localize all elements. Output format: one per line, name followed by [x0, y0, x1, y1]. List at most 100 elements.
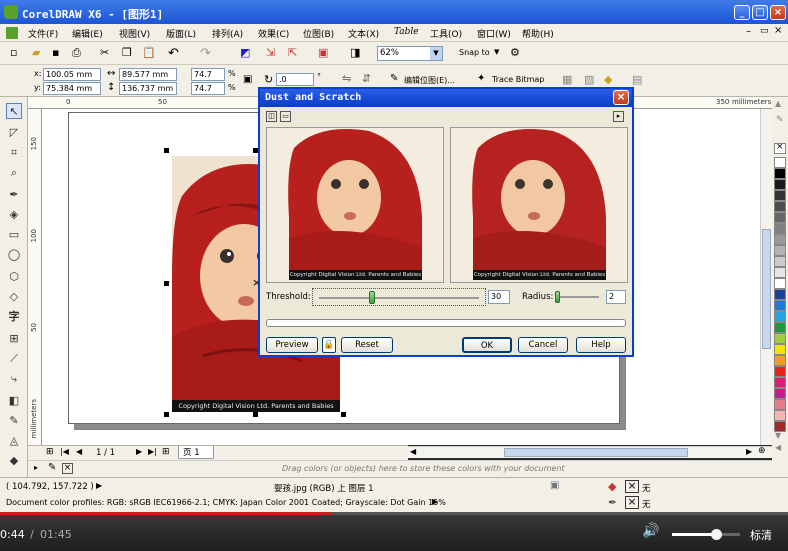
scale-x-field[interactable]: 74.7 — [191, 68, 225, 81]
radius-slider[interactable] — [553, 288, 601, 306]
dimension-tool-icon[interactable]: ⟋ — [6, 351, 22, 367]
palette-eyedropper-icon[interactable]: ✎ — [776, 115, 784, 125]
scroll-right-icon[interactable]: ▶ — [746, 447, 752, 456]
search-content-icon[interactable]: ◩ — [240, 46, 254, 60]
smart-fill-tool-icon[interactable]: ◈ — [6, 207, 22, 223]
menu-effects[interactable]: 效果(C) — [258, 27, 289, 40]
add-page-before-icon[interactable]: ⊞ — [46, 447, 54, 457]
paste-icon[interactable]: 📋 — [142, 46, 156, 60]
lock-ratio-icon[interactable]: ▣ — [243, 74, 252, 85]
color-swatch[interactable] — [774, 256, 786, 267]
dual-preview-icon[interactable]: ◫ — [266, 111, 277, 122]
trace-bitmap-button[interactable]: Trace Bitmap — [492, 75, 544, 84]
fill-none-swatch[interactable]: × — [625, 480, 639, 493]
volume-knob[interactable] — [711, 529, 723, 540]
status-expand-icon[interactable]: ▶ — [96, 481, 102, 490]
connector-tool-icon[interactable]: ⤷ — [6, 371, 22, 387]
help-button[interactable]: Help — [576, 337, 626, 353]
mirror-v-icon[interactable]: ⇵ — [362, 72, 371, 85]
eyedropper-icon[interactable]: ✎ — [48, 462, 56, 473]
vertical-scrollbar[interactable] — [760, 109, 772, 445]
reset-button[interactable]: Reset — [341, 337, 393, 353]
horizontal-scrollbar[interactable]: ◀ ▶ ⊕ — [408, 446, 772, 458]
palette-scroll-down-icon[interactable]: ▼ — [775, 431, 781, 440]
resample-icon[interactable]: ▧ — [584, 73, 594, 86]
ellipse-tool-icon[interactable]: ◯ — [6, 247, 22, 263]
color-swatch[interactable] — [774, 179, 786, 190]
add-page-after-icon[interactable]: ⊞ — [162, 447, 170, 457]
basic-shapes-tool-icon[interactable]: ◇ — [6, 289, 22, 305]
polygon-tool-icon[interactable]: ⬡ — [6, 269, 22, 285]
color-swatch[interactable] — [774, 333, 786, 344]
rectangle-tool-icon[interactable]: ▭ — [6, 227, 22, 243]
new-icon[interactable]: ▫ — [10, 46, 24, 60]
scale-y-field[interactable]: 74.7 — [191, 82, 225, 95]
volume-slider[interactable] — [672, 529, 740, 540]
eyedropper-tool-icon[interactable]: ✎ — [6, 413, 22, 429]
wrap-text-icon[interactable]: ▤ — [632, 73, 642, 86]
color-swatch[interactable] — [774, 300, 786, 311]
doc-restore-button[interactable]: ▭ — [760, 26, 769, 36]
horizontal-scroll-thumb[interactable] — [504, 448, 688, 457]
bitmap-color-mask-icon[interactable]: ◆ — [604, 73, 612, 86]
palette-menu-icon[interactable]: ▸ — [34, 463, 38, 472]
minimize-button[interactable]: _ — [734, 5, 750, 20]
color-swatch[interactable] — [774, 212, 786, 223]
threshold-input[interactable]: 30 — [488, 290, 510, 304]
color-swatch[interactable] — [774, 157, 786, 168]
quality-button[interactable]: 标清 — [750, 527, 772, 543]
menu-edit[interactable]: 编辑(E) — [72, 27, 103, 40]
menu-window[interactable]: 窗口(W) — [477, 27, 511, 40]
selection-handle[interactable] — [164, 148, 169, 153]
menu-bitmaps[interactable]: 位图(B) — [303, 27, 334, 40]
color-swatch[interactable] — [774, 278, 786, 289]
width-field[interactable]: 89.577 mm — [119, 68, 177, 81]
radius-input[interactable]: 2 — [606, 290, 626, 304]
menu-tools[interactable]: 工具(O) — [430, 27, 462, 40]
last-page-icon[interactable]: ▶| — [148, 447, 157, 456]
copy-icon[interactable]: ❐ — [122, 46, 136, 60]
x-position-field[interactable]: 100.05 mm — [43, 68, 101, 81]
color-swatch[interactable] — [774, 322, 786, 333]
fill-tool-icon[interactable]: ◆ — [6, 453, 22, 469]
vertical-ruler[interactable]: 150 100 50 millimeters — [28, 109, 42, 445]
palette-expand-icon[interactable]: ◀ — [775, 443, 781, 452]
original-preview[interactable]: Copyright Digital Vision Ltd. Parents an… — [266, 127, 444, 283]
volume-icon[interactable]: 🔊 — [642, 523, 659, 539]
color-profiles[interactable]: Document color profiles: RGB: sRGB IEC61… — [6, 498, 446, 507]
radius-slider-thumb[interactable] — [555, 291, 560, 303]
zoom-level-select[interactable]: 62% ▼ — [377, 46, 443, 61]
outline-tool-icon[interactable]: ◬ — [6, 433, 22, 449]
color-swatch[interactable] — [774, 355, 786, 366]
menu-arrange[interactable]: 排列(A) — [212, 27, 243, 40]
zoom-tool-icon[interactable]: ⌕ — [6, 165, 22, 181]
document-palette-bar[interactable]: ▸ ✎ × Drag colors (or objects) here to s… — [28, 460, 772, 477]
table-tool-icon[interactable]: ⊞ — [6, 331, 22, 347]
color-swatch[interactable] — [774, 344, 786, 355]
next-page-icon[interactable]: ▶ — [136, 447, 142, 456]
threshold-slider-thumb[interactable] — [369, 291, 375, 304]
color-swatch[interactable] — [774, 267, 786, 278]
selection-handle[interactable] — [253, 412, 258, 417]
options-icon[interactable]: ⚙ — [510, 46, 524, 60]
vertical-scroll-thumb[interactable] — [762, 229, 771, 349]
outline-none-swatch[interactable]: × — [625, 496, 639, 509]
color-swatch[interactable] — [774, 421, 786, 432]
print-icon[interactable]: ⎙ — [72, 46, 86, 60]
profiles-expand-icon[interactable]: ▶ — [432, 497, 438, 506]
height-field[interactable]: 136.737 mm — [119, 82, 177, 95]
selection-handle[interactable] — [164, 412, 169, 417]
blend-tool-icon[interactable]: ◧ — [6, 393, 22, 409]
color-swatch[interactable] — [774, 201, 786, 212]
welcome-screen-icon[interactable]: ◨ — [350, 46, 364, 60]
first-page-icon[interactable]: |◀ — [60, 447, 69, 456]
menu-help[interactable]: 帮助(H) — [522, 27, 554, 40]
doc-close-button[interactable]: × — [774, 25, 782, 36]
rotation-field[interactable]: .0 — [276, 73, 314, 86]
maximize-button[interactable]: □ — [752, 5, 768, 20]
pick-tool-icon[interactable]: ↖ — [6, 103, 22, 119]
export-icon[interactable]: ⇱ — [288, 46, 302, 60]
navigator-icon[interactable]: ⊕ — [758, 446, 766, 456]
selection-handle[interactable] — [341, 412, 346, 417]
palette-scroll-up-icon[interactable]: ▲ — [775, 99, 781, 108]
